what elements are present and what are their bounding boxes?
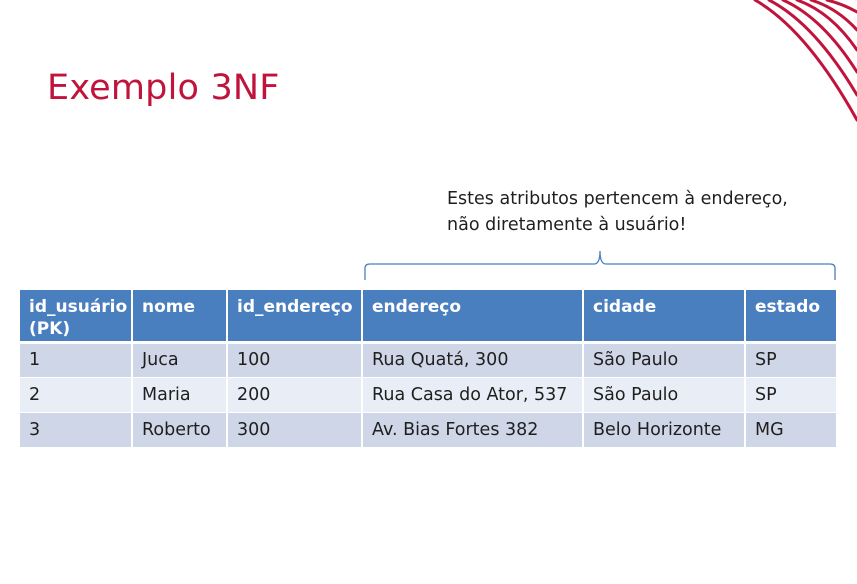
header-cidade: cidade xyxy=(583,290,746,344)
table-row: 1 Juca 100 Rua Quatá, 300 São Paulo SP xyxy=(20,342,836,378)
table-header-row: id_usuário (PK) nome id_endereço endereç… xyxy=(20,290,836,344)
cell-cidade: São Paulo xyxy=(583,342,746,378)
cell-estado: SP xyxy=(745,377,836,413)
corner-stripes-decoration xyxy=(753,0,857,122)
cell-id-usuario: 3 xyxy=(20,412,133,448)
slide-title: Exemplo 3NF xyxy=(47,68,280,108)
header-id-endereco: id_endereço xyxy=(227,290,363,344)
table-row: 2 Maria 200 Rua Casa do Ator, 537 São Pa… xyxy=(20,377,836,413)
header-estado: estado xyxy=(745,290,836,344)
normalized-table: id_usuário (PK) nome id_endereço endereç… xyxy=(20,290,836,448)
cell-id-endereco: 300 xyxy=(227,412,363,448)
cell-nome: Juca xyxy=(132,342,228,378)
cell-nome: Roberto xyxy=(132,412,228,448)
cell-cidade: São Paulo xyxy=(583,377,746,413)
cell-estado: MG xyxy=(745,412,836,448)
cell-id-usuario: 2 xyxy=(20,377,133,413)
cell-endereco: Av. Bias Fortes 382 xyxy=(362,412,584,448)
cell-id-usuario: 1 xyxy=(20,342,133,378)
cell-id-endereco: 200 xyxy=(227,377,363,413)
cell-endereco: Rua Quatá, 300 xyxy=(362,342,584,378)
cell-nome: Maria xyxy=(132,377,228,413)
slide: Exemplo 3NF Estes atributos pertencem à … xyxy=(0,0,857,584)
table-row: 3 Roberto 300 Av. Bias Fortes 382 Belo H… xyxy=(20,412,836,448)
cell-estado: SP xyxy=(745,342,836,378)
annotation-note: Estes atributos pertencem à endereço, nã… xyxy=(447,186,827,238)
cell-cidade: Belo Horizonte xyxy=(583,412,746,448)
header-nome: nome xyxy=(132,290,228,344)
header-endereco: endereço xyxy=(362,290,584,344)
annotation-line-2: não diretamente à usuário! xyxy=(447,215,687,235)
header-id-usuario: id_usuário (PK) xyxy=(20,290,133,344)
annotation-line-1: Estes atributos pertencem à endereço, xyxy=(447,189,788,209)
cell-endereco: Rua Casa do Ator, 537 xyxy=(362,377,584,413)
curly-brace-icon xyxy=(364,250,836,280)
cell-id-endereco: 100 xyxy=(227,342,363,378)
